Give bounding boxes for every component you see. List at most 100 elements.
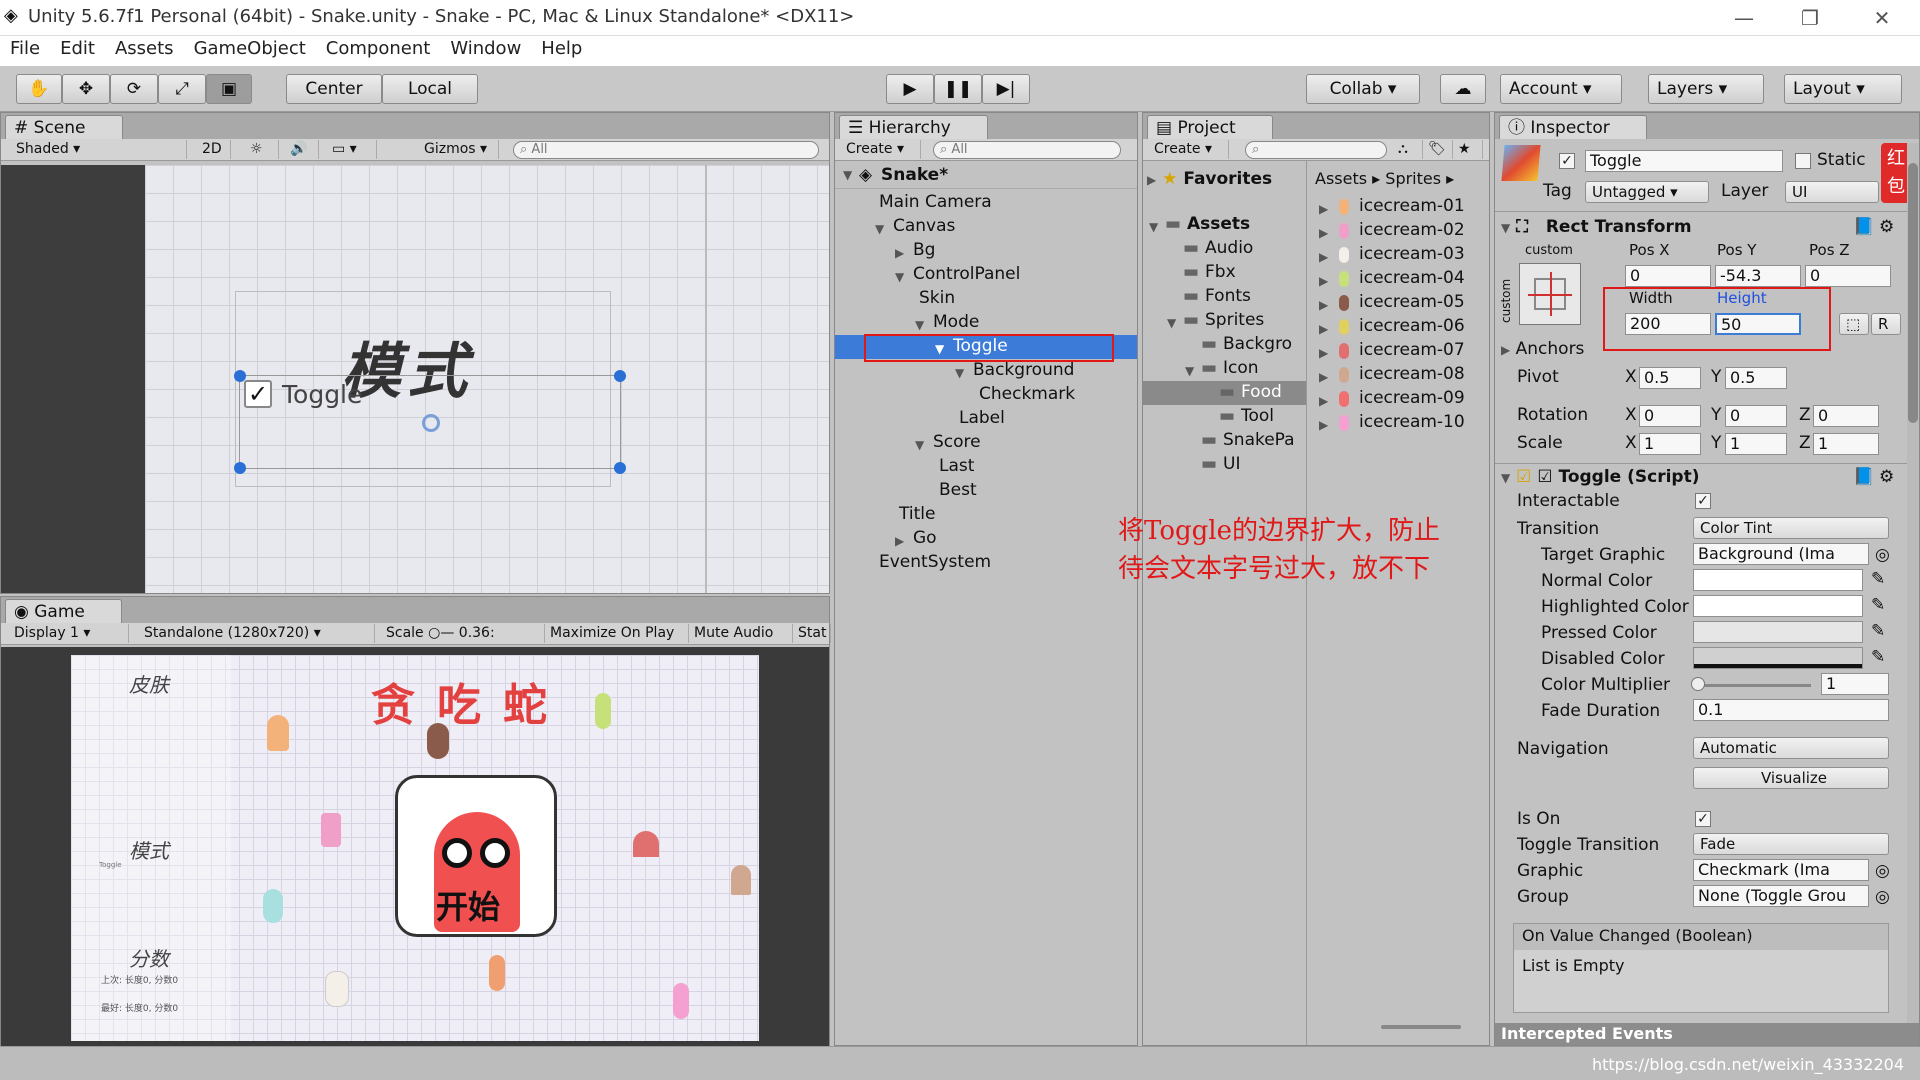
project-search-input[interactable]: ⌕ <box>1245 141 1387 159</box>
scene-tab[interactable]: # Scene <box>5 115 123 139</box>
expand-arrow-icon[interactable]: ▶ <box>1319 270 1328 292</box>
expand-arrow-icon[interactable]: ▼ <box>1149 216 1158 238</box>
project-create-button[interactable]: Create ▾ <box>1149 140 1229 159</box>
maximize-on-play-button[interactable]: Maximize On Play <box>545 624 689 643</box>
object-picker-icon[interactable]: ◎ <box>1875 861 1890 881</box>
step-button[interactable]: ▶| <box>982 74 1030 104</box>
toggle-transition-dropdown[interactable]: Fade <box>1693 833 1889 855</box>
expand-arrow-icon[interactable]: ▼ <box>875 218 884 240</box>
scene-viewport[interactable]: 模式 ✓ Toggle <box>145 165 829 593</box>
menu-edit[interactable]: Edit <box>50 36 105 61</box>
asset-item[interactable]: ▶ icecream-01 <box>1309 195 1489 219</box>
eyedropper-icon[interactable]: ✎ <box>1871 595 1885 615</box>
close-button[interactable]: ✕ <box>1862 4 1902 32</box>
expand-arrow-icon[interactable]: ▼ <box>915 434 924 456</box>
mute-audio-button[interactable]: Mute Audio <box>689 624 793 643</box>
game-toggle-small[interactable]: Toggle <box>99 861 122 869</box>
inspector-scrollbar[interactable] <box>1907 143 1919 1023</box>
display-dropdown[interactable]: Display 1 ▾ <box>9 624 129 643</box>
rect-handle-br[interactable] <box>614 462 626 474</box>
layer-dropdown[interactable]: UI <box>1785 181 1879 203</box>
asset-item[interactable]: ▶ icecream-07 <box>1309 339 1489 363</box>
menu-help[interactable]: Help <box>531 36 592 61</box>
expand-arrow-icon[interactable]: ▶ <box>1319 198 1328 220</box>
pivot-center-button[interactable]: Center <box>286 74 382 104</box>
height-field[interactable]: 50 <box>1715 313 1801 335</box>
scale-tool-button[interactable]: ⤢ <box>158 74 206 104</box>
minimize-button[interactable]: — <box>1724 4 1764 32</box>
visualize-button[interactable]: Visualize <box>1693 767 1889 789</box>
help-icon[interactable]: 📘 <box>1853 217 1874 237</box>
filter-label-icon[interactable]: 🏷 <box>1423 140 1453 159</box>
disabled-color-swatch[interactable] <box>1693 647 1863 669</box>
scale-slider[interactable]: Scale ○— 0.36: <box>381 624 545 643</box>
expand-arrow-icon[interactable]: ▶ <box>895 530 904 552</box>
group-field[interactable]: None (Toggle Grou <box>1693 885 1869 907</box>
rotate-tool-button[interactable]: ⟳ <box>110 74 158 104</box>
width-field[interactable]: 200 <box>1625 313 1711 335</box>
highlighted-color-swatch[interactable] <box>1693 595 1863 617</box>
expand-arrow-icon[interactable]: ▶ <box>895 242 904 264</box>
scene-root-arrow[interactable]: ▼ <box>843 168 852 182</box>
scale-y-field[interactable]: 1 <box>1725 433 1787 455</box>
fade-duration-field[interactable]: 0.1 <box>1693 699 1889 721</box>
static-checkbox[interactable] <box>1795 153 1811 169</box>
move-tool-button[interactable]: ✥ <box>62 74 110 104</box>
hierarchy-item[interactable]: ▶ Go <box>835 527 1137 551</box>
expand-arrow-icon[interactable]: ▼ <box>1185 360 1194 382</box>
on-value-changed-event[interactable]: On Value Changed (Boolean) List is Empty <box>1513 923 1889 1013</box>
hand-tool-button[interactable]: ✋ <box>16 74 62 104</box>
pressed-color-swatch[interactable] <box>1693 621 1863 643</box>
project-folder-item[interactable]: ▼ ▬ Sprites <box>1143 309 1306 333</box>
asset-item[interactable]: ▶ icecream-05 <box>1309 291 1489 315</box>
rect-handle-bl[interactable] <box>234 462 246 474</box>
rect-tool-button[interactable]: ▣ <box>206 74 252 104</box>
is-on-checkbox[interactable]: ✓ <box>1695 811 1711 827</box>
layers-dropdown[interactable]: Layers ▾ <box>1648 74 1764 104</box>
object-picker-icon[interactable]: ◎ <box>1875 887 1890 907</box>
expand-arrow-icon[interactable]: ▶ <box>1319 318 1328 340</box>
scene-root-row[interactable]: ▼ ◈ Snake* <box>835 163 1137 189</box>
toggle-enabled-checkbox[interactable]: ☑ <box>1537 467 1552 487</box>
project-folder-item[interactable]: ▬ SnakePa <box>1143 429 1306 453</box>
project-tab[interactable]: ▤ Project <box>1147 115 1273 139</box>
asset-item[interactable]: ▶ icecream-04 <box>1309 267 1489 291</box>
expand-arrow-icon[interactable]: ▼ <box>1167 312 1176 334</box>
eyedropper-icon[interactable]: ✎ <box>1871 647 1885 667</box>
favorites-star-icon[interactable]: ★ <box>1453 140 1483 159</box>
menu-file[interactable]: File <box>0 36 50 61</box>
raw-edit-button[interactable]: R <box>1871 313 1901 335</box>
expand-arrow-icon[interactable]: ▶ <box>1319 222 1328 244</box>
hierarchy-item[interactable]: Best <box>835 479 1137 503</box>
blueprint-mode-button[interactable]: ⬚ <box>1839 313 1869 335</box>
expand-arrow-icon[interactable]: ▼ <box>915 314 924 336</box>
object-picker-icon[interactable]: ◎ <box>1875 545 1890 565</box>
gear-icon[interactable]: ⚙ <box>1879 217 1894 237</box>
expand-arrow-icon[interactable]: ▶ <box>1319 366 1328 388</box>
hierarchy-create-button[interactable]: Create ▾ <box>841 140 921 159</box>
expand-arrow-icon[interactable]: ▼ <box>955 362 964 384</box>
hierarchy-item[interactable]: Last <box>835 455 1137 479</box>
multiplier-slider-thumb[interactable] <box>1691 677 1705 691</box>
effects-icon[interactable]: ▭ ▾ <box>327 140 377 159</box>
hierarchy-item[interactable]: ▼ ControlPanel <box>835 263 1137 287</box>
target-graphic-field[interactable]: Background (Ima <box>1693 543 1869 565</box>
hierarchy-item[interactable]: Skin <box>835 287 1137 311</box>
expand-arrow-icon[interactable]: ▶ <box>1319 246 1328 268</box>
game-viewport[interactable]: 皮肤 模式 Toggle 分数 上次: 长度0, 分数0 最好: 长度0, 分数… <box>71 655 759 1041</box>
toggle-rect-handles[interactable]: ✓ Toggle <box>234 370 626 474</box>
hierarchy-item[interactable]: ▶ Bg <box>835 239 1137 263</box>
toggle-script-header[interactable]: ▼ ☑ ☑ Toggle (Script) <box>1501 467 1700 487</box>
stats-button[interactable]: Stat <box>793 624 831 643</box>
pivot-y-field[interactable]: 0.5 <box>1725 367 1787 389</box>
project-folder-item[interactable]: ▬ Tool <box>1143 405 1306 429</box>
hierarchy-item[interactable]: Title <box>835 503 1137 527</box>
inspector-scroll-thumb[interactable] <box>1908 163 1918 423</box>
rect-collapse-arrow[interactable]: ▼ <box>1501 221 1510 235</box>
project-folder-item[interactable]: ▬ UI <box>1143 453 1306 477</box>
menu-component[interactable]: Component <box>316 36 441 61</box>
pivot-handle[interactable] <box>422 414 440 432</box>
multiplier-slider-track[interactable] <box>1695 684 1811 687</box>
scale-z-field[interactable]: 1 <box>1813 433 1879 455</box>
mode-2d-button[interactable]: 2D <box>197 140 231 159</box>
